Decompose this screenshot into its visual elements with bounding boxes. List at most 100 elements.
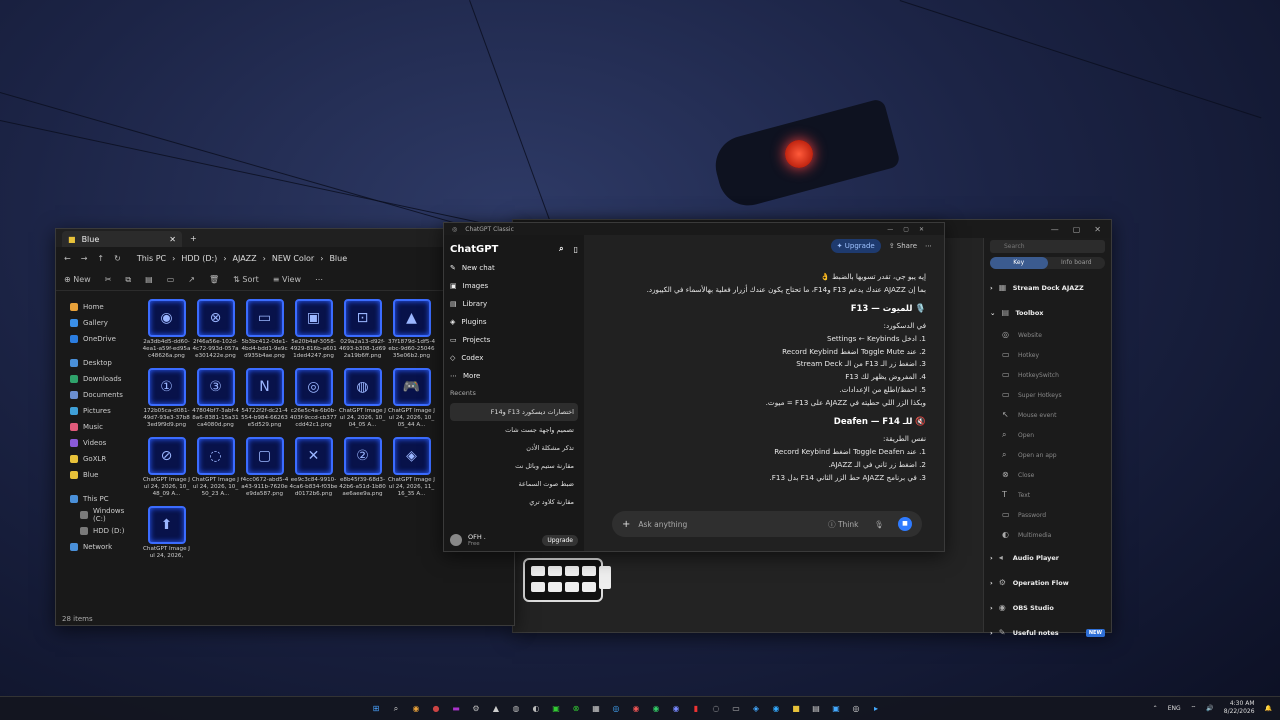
file-tile[interactable]: ◍ ChatGPT Image Jul 24, 2026, 10_04_05 A.… — [338, 367, 387, 429]
chrome-icon[interactable]: ◉ — [628, 701, 644, 717]
app-icon[interactable]: ▦ — [588, 701, 604, 717]
breadcrumb-item[interactable]: AJAZZ — [233, 254, 257, 263]
app-icon[interactable]: ◐ — [528, 701, 544, 717]
file-tile[interactable]: ◉ 2a3db4d5-dd60-4ea1-a59f-ed95ac48626a.pn… — [142, 299, 191, 360]
file-tile[interactable]: 🎮 ChatGPT Image Jul 24, 2026, 10_05_44 A.… — [387, 367, 436, 429]
chatgpt-icon[interactable]: ◎ — [848, 701, 864, 717]
send-button[interactable]: ■ — [898, 517, 912, 531]
chrome-icon[interactable]: ◉ — [408, 701, 424, 717]
user-profile[interactable]: OFH . Free Upgrade — [450, 533, 578, 547]
sidebar-nav-item[interactable]: ◇ Codex — [450, 349, 578, 367]
delete-icon[interactable]: 🗑 — [209, 275, 219, 284]
xbox-icon[interactable]: ⊗ — [568, 701, 584, 717]
more-icon[interactable]: ⋯ — [315, 275, 323, 284]
search-icon[interactable]: ⌕ — [388, 701, 404, 717]
share-button[interactable]: ⇪ Share — [889, 242, 917, 250]
sidebar-item[interactable]: Gallery — [58, 315, 132, 331]
attach-icon[interactable]: + — [622, 519, 630, 530]
sidebar-item[interactable]: HDD (D:) — [58, 523, 132, 539]
toolbox-action[interactable]: ⌕ Open an app — [990, 445, 1105, 465]
maximize-icon[interactable]: ▢ — [1073, 225, 1081, 234]
sidebar-nav-item[interactable]: ▤ Library — [450, 295, 578, 313]
app-icon[interactable]: ◌ — [708, 701, 724, 717]
sidebar-item[interactable]: Windows (C:) — [58, 507, 132, 523]
photos-icon[interactable]: ▣ — [828, 701, 844, 717]
recent-chat-item[interactable]: مقارنة ستيم وبائل نت — [450, 457, 578, 475]
action-category[interactable]: ⌄ ▤ Toolbox — [990, 300, 1105, 325]
file-tile[interactable]: N 54722f2f-dc21-4554-b984-66263e5d529.png — [240, 367, 289, 429]
minimize-icon[interactable]: — — [1051, 225, 1059, 234]
toolbox-action[interactable]: ◎ Website — [990, 325, 1105, 345]
new-tab-icon[interactable]: + — [190, 234, 197, 243]
file-tile[interactable]: ⊘ ChatGPT Image Jul 24, 2026, 10_48_09 A.… — [142, 436, 191, 498]
sidebar-item[interactable]: Videos — [58, 435, 132, 451]
recent-chat-item[interactable]: تصميم واجهة جست شات — [450, 421, 578, 439]
sidebar-item[interactable]: Music — [58, 419, 132, 435]
action-category[interactable]: › ▦ Stream Dock AJAZZ — [990, 275, 1105, 300]
breadcrumb-item[interactable]: HDD (D:) — [181, 254, 217, 263]
close-tab-icon[interactable]: ✕ — [169, 235, 176, 244]
sidebar-nav-item[interactable]: ⋯ More — [450, 367, 578, 385]
sidebar-item[interactable]: This PC — [58, 491, 132, 507]
toolbox-action[interactable]: ↖ Mouse event — [990, 405, 1105, 425]
sidebar-nav-item[interactable]: ▣ Images — [450, 277, 578, 295]
breadcrumb-item[interactable]: NEW Color — [272, 254, 314, 263]
more-options-icon[interactable]: ⋯ — [925, 242, 932, 250]
device-keypad-preview[interactable] — [523, 558, 611, 602]
app-icon[interactable]: ▮ — [688, 701, 704, 717]
sort-button[interactable]: ⇅ Sort — [233, 275, 259, 284]
recent-chat-item[interactable]: اختصارات ديسكورد F13 وF14 — [450, 403, 578, 421]
settings-icon[interactable]: ⚙ — [468, 701, 484, 717]
sidebar-item[interactable]: Home — [58, 299, 132, 315]
action-category[interactable]: › ◂ Audio Player — [990, 545, 1105, 570]
language-indicator[interactable]: ENG — [1168, 705, 1181, 712]
refresh-icon[interactable]: ↻ — [114, 254, 121, 263]
app-icon[interactable]: ▬ — [448, 701, 464, 717]
clock[interactable]: 4:30 AM 8/22/2026 — [1224, 700, 1255, 716]
file-tile[interactable]: ◈ ChatGPT Image Jul 24, 2026, 11_16_35 A.… — [387, 436, 436, 498]
sidebar-item[interactable]: OneDrive — [58, 331, 132, 347]
forward-icon[interactable]: → — [81, 254, 88, 263]
recent-chat-item[interactable]: مقارنة كلاود تري — [450, 493, 578, 511]
search-icon[interactable]: ⌕ — [559, 244, 563, 254]
up-icon[interactable]: ↑ — [97, 254, 104, 263]
edge-icon[interactable]: ◉ — [768, 701, 784, 717]
sidebar-toggle-icon[interactable]: ▯ — [574, 245, 578, 254]
composer-input[interactable]: Ask anything — [638, 520, 820, 529]
share-icon[interactable]: ↗ — [188, 275, 195, 284]
sidebar-upgrade-button[interactable]: Upgrade — [542, 534, 578, 546]
start-icon[interactable]: ⊞ — [368, 701, 384, 717]
steam-icon[interactable]: ◍ — [508, 701, 524, 717]
steam-icon[interactable]: ◎ — [608, 701, 624, 717]
file-tile[interactable]: ▭ 5b3bc412-0de1-4bd4-bdd1-9e9cd935b4ae.pn… — [240, 299, 289, 360]
tab-info-board[interactable]: Info board — [1048, 257, 1106, 269]
sidebar-item[interactable]: Pictures — [58, 403, 132, 419]
sidebar-nav-item[interactable]: ◈ Plugins — [450, 313, 578, 331]
app-icon[interactable]: ▲ — [488, 701, 504, 717]
network-icon[interactable]: ⌔ — [1191, 704, 1197, 712]
window-controls[interactable]: —▢✕ — [887, 226, 934, 233]
sidebar-item[interactable]: Documents — [58, 387, 132, 403]
file-tile[interactable]: ▣ 5e20b4af-3058-4929-816b-a6011ded4247.pn… — [289, 299, 338, 360]
toolbox-action[interactable]: ⊗ Close — [990, 465, 1105, 485]
toolbox-action[interactable]: ◐ Multimedia — [990, 525, 1105, 545]
sidebar-item[interactable]: GoXLR — [58, 451, 132, 467]
tab-key[interactable]: Key — [990, 257, 1048, 269]
tray-chevron-icon[interactable]: ⌃ — [1153, 705, 1158, 712]
recent-chat-item[interactable]: تذكر مشكلة الأذن — [450, 439, 578, 457]
app-icon[interactable]: ● — [428, 701, 444, 717]
toolbox-action[interactable]: T Text — [990, 485, 1105, 505]
action-category[interactable]: › ⚙ Operation Flow — [990, 570, 1105, 595]
rename-icon[interactable]: ▭ — [167, 275, 175, 284]
file-tile[interactable]: ◎ c26e5c4a-6b0b-403f-9ccd-cb377cdd42c1.pn… — [289, 367, 338, 429]
chat-composer[interactable]: + Ask anything ⓘ Think 🎙 ■ — [612, 511, 922, 537]
close-icon[interactable]: ✕ — [1094, 225, 1101, 234]
back-icon[interactable]: ← — [64, 254, 71, 263]
file-tile[interactable]: ③ 47804bf7-3abf-48a6-8381-15a31ca4080d.pn… — [191, 367, 240, 429]
discord-icon[interactable]: ◉ — [668, 701, 684, 717]
paste-icon[interactable]: ▤ — [145, 275, 153, 284]
volume-icon[interactable]: 🔊 — [1206, 705, 1213, 712]
sidebar-item[interactable]: Desktop — [58, 355, 132, 371]
app-icon[interactable]: ▸ — [868, 701, 884, 717]
terminal-icon[interactable]: ▭ — [728, 701, 744, 717]
